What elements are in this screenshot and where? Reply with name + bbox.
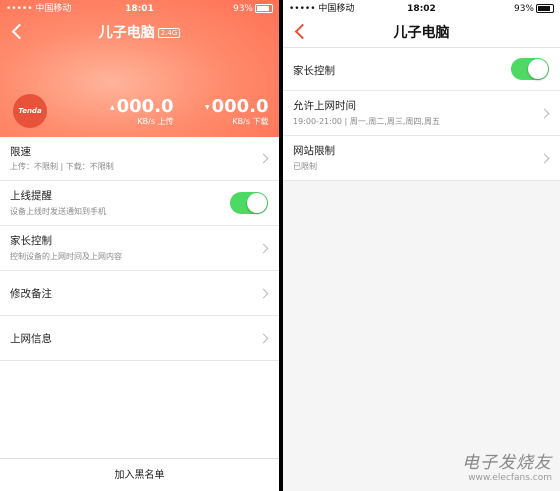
row-website-limit[interactable]: 网站限制 已限制	[283, 136, 560, 181]
parental-control-screen: ••••• 中国移动 18:02 93% 儿子电脑 家长控制 允许上网时间 19…	[283, 0, 560, 491]
watermark-url: www.elecfans.com	[468, 473, 552, 483]
upload-speed: ▲ 000.0 KB/s 上传	[110, 96, 174, 126]
row-speed-limit[interactable]: 限速 上传：不限制 | 下载：不限制	[0, 137, 279, 181]
chevron-right-icon	[258, 153, 269, 164]
row-parental-control[interactable]: 家长控制 控制设备的上网时间及上网内容	[0, 226, 279, 271]
row-online-alert: 上线提醒 设备上线时发送通知到手机	[0, 181, 279, 226]
row-title: 网站限制	[293, 145, 335, 157]
status-bar: ••••• 中国移动 18:01 93%	[0, 0, 279, 18]
nav-bar: 儿子电脑 2.4G	[0, 18, 279, 44]
download-speed: ▼ 000.0 KB/s 下载	[205, 96, 269, 126]
chevron-right-icon	[539, 153, 550, 164]
row-subtitle: 已限制	[293, 162, 317, 171]
nav-bar: 儿子电脑	[283, 18, 560, 44]
battery-indicator: 93%	[233, 0, 273, 18]
page-title: 儿子电脑	[393, 25, 450, 41]
page-title: 儿子电脑 2.4G	[0, 22, 279, 42]
toggle-knob	[247, 193, 267, 213]
watermark-logo-text: 电子发烧友	[462, 453, 552, 473]
status-bar: ••••• 中国移动 18:02 93%	[283, 0, 560, 18]
parental-settings-list: 家长控制 允许上网时间 19:00-21:00 | 周一,周二,周三,周四,周五…	[283, 48, 560, 181]
row-parental-control: 家长控制	[283, 48, 560, 91]
row-title: 家长控制	[293, 65, 335, 77]
band-badge: 2.4G	[157, 28, 181, 38]
row-title: 允许上网时间	[293, 100, 356, 112]
row-title: 上线提醒	[10, 190, 52, 202]
arrow-up-icon: ▲	[110, 104, 115, 111]
device-detail-screen: ••••• 中国移动 18:01 93% 儿子电脑 2.4G Tenda ▲ 000…	[0, 0, 279, 491]
watermark: 电子发烧友 www.elecfans.com	[462, 448, 552, 483]
row-subtitle: 上传：不限制 | 下载：不限制	[10, 162, 114, 171]
row-subtitle: 19:00-21:00 | 周一,周二,周三,周四,周五	[293, 117, 440, 126]
arrow-down-icon: ▼	[205, 104, 210, 111]
online-alert-toggle[interactable]	[230, 192, 268, 214]
row-title: 家长控制	[10, 235, 52, 247]
row-title: 上网信息	[10, 333, 52, 345]
chevron-right-icon	[258, 243, 269, 254]
row-subtitle: 设备上线时发送通知到手机	[10, 207, 106, 216]
row-title: 修改备注	[10, 288, 52, 300]
chevron-right-icon	[258, 333, 269, 344]
add-to-blacklist-button[interactable]: 加入黑名单	[0, 458, 279, 491]
battery-icon	[255, 4, 273, 13]
parental-control-toggle[interactable]	[511, 58, 549, 80]
row-network-info[interactable]: 上网信息	[0, 316, 279, 361]
chevron-right-icon	[258, 288, 269, 299]
battery-indicator: 93%	[514, 0, 554, 18]
row-title: 限速	[10, 146, 31, 158]
settings-list: 限速 上传：不限制 | 下载：不限制 上线提醒 设备上线时发送通知到手机 家长控…	[0, 137, 279, 361]
chevron-right-icon	[539, 108, 550, 119]
tenda-logo: Tenda	[13, 94, 47, 128]
toggle-knob	[528, 59, 548, 79]
row-edit-note[interactable]: 修改备注	[0, 271, 279, 316]
battery-icon	[536, 4, 554, 13]
row-allowed-time[interactable]: 允许上网时间 19:00-21:00 | 周一,周二,周三,周四,周五	[283, 91, 560, 136]
row-subtitle: 控制设备的上网时间及上网内容	[10, 252, 122, 261]
